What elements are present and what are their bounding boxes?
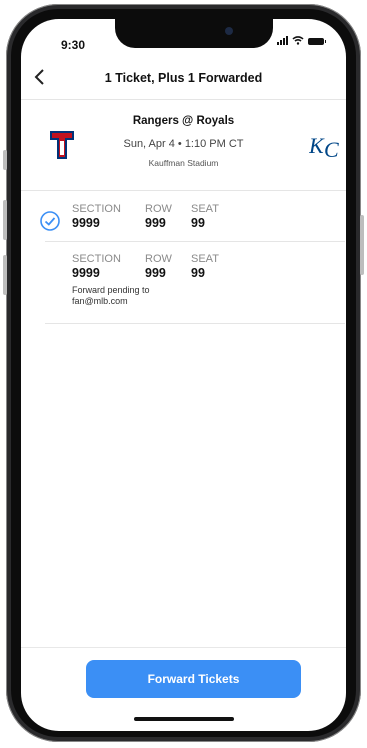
- section-label: SECTION: [72, 253, 121, 265]
- venue-name: Kauffman Stadium: [148, 158, 219, 168]
- home-indicator[interactable]: [134, 717, 234, 721]
- game-divider: [21, 190, 346, 191]
- ticket-divider: [45, 241, 345, 242]
- wifi-icon: [292, 36, 304, 45]
- game-datetime: Sun, Apr 4 • 1:10 PM CT: [123, 138, 244, 150]
- section-label: SECTION: [72, 203, 121, 215]
- app-screen: 9:30 1 Ticket, Plus 1 Forwarded K C Rang…: [21, 19, 346, 731]
- row-column: ROW 999: [145, 203, 172, 231]
- row-value: 999: [145, 266, 166, 280]
- footer-divider: [21, 647, 346, 648]
- row-column: ROW 999: [145, 253, 172, 281]
- camera-icon: [225, 27, 233, 35]
- seat-label: SEAT: [191, 203, 219, 215]
- battery-icon: [308, 38, 326, 45]
- cellular-signal-icon: [277, 35, 288, 45]
- row-label: ROW: [145, 203, 172, 215]
- forward-status-line: Forward pending to: [72, 285, 150, 295]
- matchup-title: Rangers @ Royals: [132, 115, 235, 127]
- section-column: SECTION 9999: [72, 253, 121, 281]
- status-icons: [277, 35, 326, 45]
- page-title: 1 Ticket, Plus 1 Forwarded: [104, 71, 263, 85]
- nav-divider: [21, 99, 346, 100]
- section-value: 9999: [72, 216, 100, 230]
- volume-down-button: [3, 255, 7, 295]
- forward-status: Forward pending to fan@mlb.com: [72, 285, 192, 307]
- seat-column: SEAT 99: [191, 253, 219, 281]
- notch: [115, 19, 273, 48]
- seat-value: 99: [191, 216, 205, 230]
- ticket-row[interactable]: SECTION 9999 ROW 999 SEAT 99 Forward pen…: [21, 245, 346, 323]
- ticket-divider: [45, 323, 345, 324]
- game-header: K C Rangers @ Royals Sun, Apr 4 • 1:10 P…: [21, 101, 346, 189]
- seat-column: SEAT 99: [191, 203, 219, 231]
- power-button: [360, 215, 364, 275]
- seat-value: 99: [191, 266, 205, 280]
- row-value: 999: [145, 216, 166, 230]
- forward-tickets-button[interactable]: Forward Tickets: [86, 660, 301, 698]
- nav-bar: 1 Ticket, Plus 1 Forwarded: [21, 65, 346, 99]
- volume-up-button: [3, 200, 7, 240]
- status-time: 9:30: [61, 38, 86, 52]
- seat-label: SEAT: [191, 253, 219, 265]
- section-value: 9999: [72, 266, 100, 280]
- section-column: SECTION 9999: [72, 203, 121, 231]
- silent-switch: [3, 150, 7, 170]
- check-circle-icon[interactable]: [40, 211, 60, 231]
- forward-recipient: fan@mlb.com: [72, 296, 128, 306]
- row-label: ROW: [145, 253, 172, 265]
- ticket-row[interactable]: SECTION 9999 ROW 999 SEAT 99: [21, 195, 346, 241]
